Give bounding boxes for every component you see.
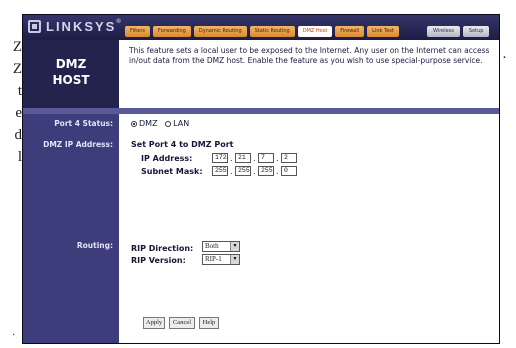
page-title: DMZ HOST <box>23 40 119 108</box>
logo-text: LINKSYS <box>46 19 117 34</box>
logo-mark-icon <box>28 20 41 33</box>
dmz-ip-label: DMZ IP Address: <box>43 140 113 149</box>
mask-octet-1[interactable]: 255 <box>212 166 228 176</box>
page-title-line2: HOST <box>52 73 90 87</box>
tab-firewall[interactable]: Firewall <box>335 26 365 37</box>
doc-fragment: t <box>17 83 22 99</box>
subnet-mask-label: Subnet Mask: <box>141 167 203 176</box>
ip-address-label: IP Address: <box>141 154 193 163</box>
rip-version-select[interactable]: RIP-1 ▼ <box>202 254 240 265</box>
rip-version-label: RIP Version: <box>131 256 186 265</box>
tab-setup[interactable]: Setup <box>462 26 490 37</box>
radio-lan-label: LAN <box>173 119 190 128</box>
tab-bar: Filters Forwarding Dynamic Routing Stati… <box>125 26 402 37</box>
ip-octet-4[interactable]: 2 <box>281 153 297 163</box>
document-bottom-fragment: · <box>12 330 16 341</box>
dropdown-arrow-icon[interactable]: ▼ <box>230 255 239 264</box>
router-config-screen: LINKSYS® Filters Forwarding Dynamic Rout… <box>22 14 500 344</box>
ip-octet-3[interactable]: 7 <box>258 153 274 163</box>
mask-octet-3[interactable]: 255 <box>258 166 274 176</box>
tab-dmz-host[interactable]: DMZ Host <box>297 26 333 37</box>
apply-button[interactable]: Apply <box>143 317 165 329</box>
field-labels-column: Port 4 Status: DMZ IP Address: Routing: <box>23 114 119 343</box>
doc-fragment: d <box>14 127 23 143</box>
document-right-fragment: · <box>502 50 507 66</box>
main-tabs: Wireless Setup <box>424 26 490 37</box>
tab-dynamic-routing[interactable]: Dynamic Routing <box>193 26 247 37</box>
ip-octet-1[interactable]: 172 <box>212 153 228 163</box>
rip-version-value: RIP-1 <box>205 255 222 263</box>
rip-direction-select[interactable]: Both ▼ <box>202 241 240 252</box>
port4-status-label: Port 4 Status: <box>54 119 113 128</box>
dmz-port-heading: Set Port 4 to DMZ Port <box>131 140 234 149</box>
tab-forwarding[interactable]: Forwarding <box>153 26 191 37</box>
tab-wireless[interactable]: Wireless <box>427 26 460 37</box>
help-button[interactable]: Help <box>199 317 219 329</box>
doc-fragment: Z <box>12 39 22 55</box>
doc-fragment: l <box>17 149 22 165</box>
radio-dmz-label: DMZ <box>139 119 158 128</box>
page-description: This feature sets a local user to be exp… <box>119 40 499 108</box>
document-text-fragment: Z Z t e d l <box>0 36 22 168</box>
routing-label: Routing: <box>76 241 113 250</box>
doc-fragment: e <box>15 105 22 121</box>
rip-direction-label: RIP Direction: <box>131 244 194 253</box>
page-title-line1: DMZ <box>55 57 87 71</box>
cancel-button[interactable]: Cancel <box>169 317 195 329</box>
linksys-logo: LINKSYS® <box>28 19 121 34</box>
header-bar: LINKSYS® Filters Forwarding Dynamic Rout… <box>23 15 499 40</box>
tab-filters[interactable]: Filters <box>125 26 150 37</box>
ip-octet-2[interactable]: 21 <box>235 153 251 163</box>
radio-lan[interactable] <box>165 120 172 127</box>
registered-mark: ® <box>116 19 121 25</box>
mask-octet-2[interactable]: 255 <box>235 166 251 176</box>
mask-octet-4[interactable]: 0 <box>281 166 297 176</box>
tab-static-routing[interactable]: Static Routing <box>249 26 295 37</box>
tab-link-test[interactable]: Link Test <box>367 26 399 37</box>
port4-status-group: DMZ LAN <box>131 119 189 128</box>
form-content: DMZ LAN Set Port 4 to DMZ Port IP Addres… <box>119 114 499 343</box>
radio-dmz[interactable] <box>131 120 137 127</box>
rip-direction-value: Both <box>205 242 219 250</box>
dropdown-arrow-icon[interactable]: ▼ <box>230 242 239 251</box>
doc-fragment: Z <box>12 61 22 77</box>
